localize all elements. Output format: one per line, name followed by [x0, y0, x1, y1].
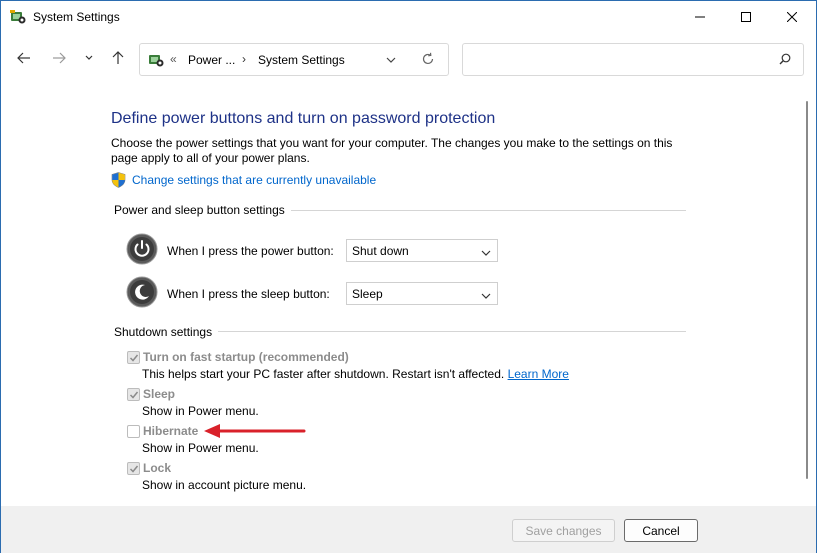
window-title: System Settings — [33, 10, 120, 24]
sleep-description: Show in Power menu. — [142, 404, 259, 418]
sleep-button-label: When I press the sleep button: — [167, 287, 330, 301]
breadcrumb-system-settings[interactable]: System Settings — [258, 53, 345, 67]
hibernate-label: Hibernate — [143, 424, 199, 438]
maximize-button[interactable] — [723, 1, 769, 33]
sleep-label: Sleep — [143, 387, 176, 401]
change-unavailable-settings-link[interactable]: Change settings that are currently unava… — [132, 173, 376, 187]
sleep-checkbox[interactable] — [127, 388, 140, 401]
power-button-action-select[interactable]: Shut down — [346, 239, 498, 262]
system-settings-window: System Settings « Power ... › System Set… — [0, 0, 817, 553]
uac-shield-icon — [111, 172, 126, 188]
fast-startup-description: This helps start your PC faster after sh… — [142, 367, 569, 381]
control-panel-icon — [10, 9, 26, 25]
save-changes-button[interactable]: Save changes — [512, 519, 615, 542]
address-dropdown-icon[interactable] — [386, 53, 396, 67]
search-icon[interactable] — [779, 53, 791, 68]
control-panel-location-icon — [148, 52, 164, 68]
forward-button[interactable] — [48, 47, 70, 69]
power-button-icon — [126, 233, 158, 265]
navigation-bar: « Power ... › System Settings — [1, 33, 816, 85]
address-bar[interactable]: « Power ... › System Settings — [139, 43, 449, 76]
lock-description: Show in account picture menu. — [142, 478, 307, 492]
fast-startup-description-text: This helps start your PC faster after sh… — [142, 367, 505, 381]
fast-startup-label: Turn on fast startup (recommended) — [143, 350, 349, 364]
search-input[interactable] — [462, 43, 804, 76]
vertical-scrollbar[interactable] — [806, 101, 808, 479]
close-button[interactable] — [769, 1, 815, 33]
sleep-button-action-value: Sleep — [352, 287, 383, 301]
fast-startup-checkbox[interactable] — [127, 351, 140, 364]
minimize-button[interactable] — [677, 1, 723, 33]
red-arrow-annotation — [204, 423, 308, 442]
sleep-button-action-select[interactable]: Sleep — [346, 282, 498, 305]
hibernate-checkbox[interactable] — [127, 425, 140, 438]
refresh-icon[interactable] — [421, 52, 435, 69]
learn-more-link[interactable]: Learn More — [508, 367, 569, 381]
breadcrumb-overflow[interactable]: « — [170, 52, 177, 66]
hibernate-description: Show in Power menu. — [142, 441, 259, 455]
power-button-action-value: Shut down — [352, 244, 409, 258]
breadcrumb-power-options[interactable]: Power ... — [188, 53, 235, 67]
power-section-title: Power and sleep button settings — [114, 203, 291, 217]
up-button[interactable] — [107, 47, 129, 69]
dialog-footer: Save changes Cancel — [1, 506, 816, 553]
shutdown-section-title: Shutdown settings — [114, 325, 219, 339]
page-description: Choose the power settings that you want … — [111, 136, 673, 165]
sleep-button-icon — [126, 276, 158, 308]
page-title: Define power buttons and turn on passwor… — [111, 110, 496, 127]
power-button-label: When I press the power button: — [167, 244, 334, 258]
chevron-down-icon — [481, 289, 491, 303]
breadcrumb-separator[interactable]: › — [242, 52, 246, 66]
recent-locations-button[interactable] — [78, 47, 100, 69]
chevron-down-icon — [481, 246, 491, 260]
lock-label: Lock — [143, 461, 172, 475]
back-button[interactable] — [13, 47, 35, 69]
title-bar: System Settings — [1, 1, 816, 33]
cancel-button[interactable]: Cancel — [624, 519, 698, 542]
lock-checkbox[interactable] — [127, 462, 140, 475]
